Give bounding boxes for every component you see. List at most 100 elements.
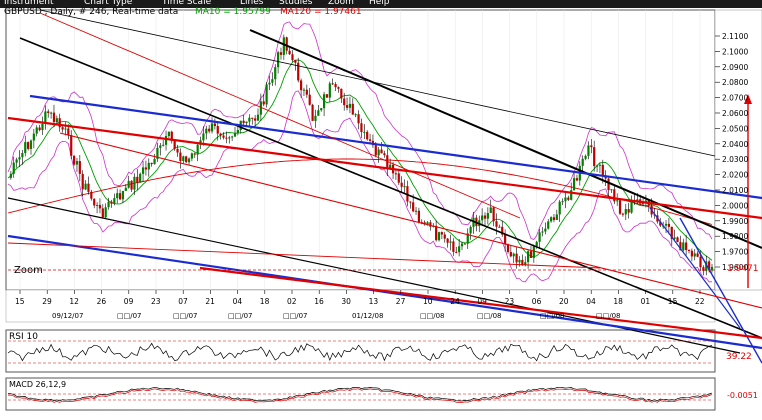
candle-body bbox=[351, 103, 354, 115]
candle-body bbox=[294, 60, 297, 63]
menu-chart-type[interactable]: Chart Type bbox=[84, 0, 132, 7]
zoom-label[interactable]: Zoom bbox=[14, 265, 43, 276]
candle-body bbox=[202, 133, 205, 141]
candle-body bbox=[64, 128, 67, 130]
rsi-label: RSI 10 bbox=[9, 332, 38, 342]
candle-body bbox=[308, 94, 311, 105]
date-day-label: 23 bbox=[151, 297, 161, 306]
candle-body bbox=[397, 173, 400, 183]
candle-body bbox=[334, 84, 337, 88]
candle-body bbox=[208, 128, 211, 132]
price-label: 2.0100 bbox=[722, 186, 748, 195]
candle-body bbox=[179, 152, 182, 162]
candle-body bbox=[116, 193, 119, 199]
date-day-label: 18 bbox=[613, 297, 623, 306]
candle-body bbox=[110, 201, 113, 204]
candle-body bbox=[572, 178, 576, 191]
ma10-label: MA10 = 1.95799 bbox=[195, 7, 271, 17]
date-day-label: 07 bbox=[178, 297, 188, 306]
candle-body bbox=[452, 241, 455, 252]
candle-body bbox=[581, 158, 584, 166]
candle-body bbox=[81, 173, 84, 190]
menu-zoom[interactable]: Zoom bbox=[328, 0, 354, 7]
candle-body bbox=[50, 112, 53, 114]
candle-body bbox=[618, 200, 622, 214]
menu-studies[interactable]: Studies bbox=[279, 0, 312, 7]
date-day-label: 29 bbox=[42, 297, 52, 306]
candle-body bbox=[104, 207, 107, 218]
candle-body bbox=[455, 251, 458, 253]
menu-instrument[interactable]: Instrument bbox=[4, 0, 54, 7]
date-day-label: 09 bbox=[124, 297, 134, 306]
candle-body bbox=[512, 253, 515, 257]
symbol-info: GBPUSD , Daily, # 246, Real-time data bbox=[4, 7, 179, 17]
candle-body bbox=[127, 180, 130, 188]
candle-body bbox=[529, 251, 533, 258]
price-label: 2.1100 bbox=[722, 32, 748, 41]
candle-body bbox=[366, 131, 369, 140]
candle-body bbox=[196, 144, 199, 155]
candle-body bbox=[685, 242, 688, 251]
candle-body bbox=[544, 228, 547, 232]
candle-body bbox=[380, 149, 383, 154]
candle-body bbox=[70, 135, 73, 156]
date-day-label: 21 bbox=[205, 297, 215, 306]
candle-body bbox=[345, 105, 349, 108]
candle-body bbox=[595, 165, 599, 167]
price-label: 2.0000 bbox=[722, 201, 748, 210]
candle-body bbox=[41, 123, 44, 131]
menu-time-scale[interactable]: Time Scale bbox=[162, 0, 211, 7]
candle-body bbox=[610, 189, 613, 191]
date-month-label: □□/07 bbox=[283, 312, 308, 320]
candle-body bbox=[590, 145, 593, 148]
candle-body bbox=[187, 158, 191, 163]
candle-body bbox=[409, 201, 412, 203]
candle-body bbox=[222, 135, 225, 138]
date-day-label: 13 bbox=[369, 297, 379, 306]
date-month-label: □□/08 bbox=[596, 312, 621, 320]
price-label: 1.9800 bbox=[722, 232, 748, 241]
candle-body bbox=[616, 200, 619, 202]
candle-body bbox=[121, 190, 125, 200]
date-day-label: 23 bbox=[505, 297, 515, 306]
candle-body bbox=[302, 89, 306, 91]
candle-body bbox=[216, 126, 219, 134]
candle-body bbox=[78, 161, 81, 174]
chart-canvas[interactable]: 2.1100 2.1000 2.0900 2.0800 2.0700 2.0600 2.05… bbox=[0, 8, 762, 416]
candle-body bbox=[291, 54, 294, 61]
date-day-label: 20 bbox=[559, 297, 569, 306]
date-day-label: 04 bbox=[586, 297, 596, 306]
candle-body bbox=[61, 127, 64, 130]
date-month-label: 01/12/08 bbox=[352, 312, 383, 320]
candle-body bbox=[67, 128, 70, 136]
candle-body bbox=[314, 115, 317, 121]
date-day-label: 27 bbox=[396, 297, 406, 306]
candle-body bbox=[627, 209, 630, 213]
candle-body bbox=[696, 253, 699, 257]
candle-body bbox=[564, 197, 567, 202]
candle-body bbox=[24, 142, 27, 154]
candle-body bbox=[130, 180, 133, 190]
candle-body bbox=[325, 94, 329, 98]
date-month-label: □□/08 bbox=[477, 312, 502, 320]
candle-body bbox=[107, 201, 110, 208]
candle-body bbox=[233, 133, 237, 137]
candle-body bbox=[437, 232, 441, 241]
menu-lines[interactable]: Lines bbox=[240, 0, 263, 7]
price-label: 2.0800 bbox=[722, 78, 748, 87]
date-month-label: □□/07 bbox=[117, 312, 142, 320]
rsi-value-label: 39.22 bbox=[726, 352, 752, 362]
menu-help[interactable]: Help bbox=[369, 0, 390, 7]
candle-body bbox=[139, 173, 142, 183]
candle-body bbox=[38, 127, 41, 131]
candle-body bbox=[210, 123, 214, 132]
candle-body bbox=[621, 213, 625, 215]
date-day-label: 02 bbox=[287, 297, 297, 306]
candle-body bbox=[449, 241, 452, 243]
candle-body bbox=[213, 123, 216, 127]
candle-body bbox=[518, 259, 521, 263]
rsi-panel bbox=[5, 329, 716, 373]
candle-body bbox=[182, 156, 185, 162]
candle-body bbox=[231, 136, 234, 138]
candle-body bbox=[256, 114, 260, 121]
